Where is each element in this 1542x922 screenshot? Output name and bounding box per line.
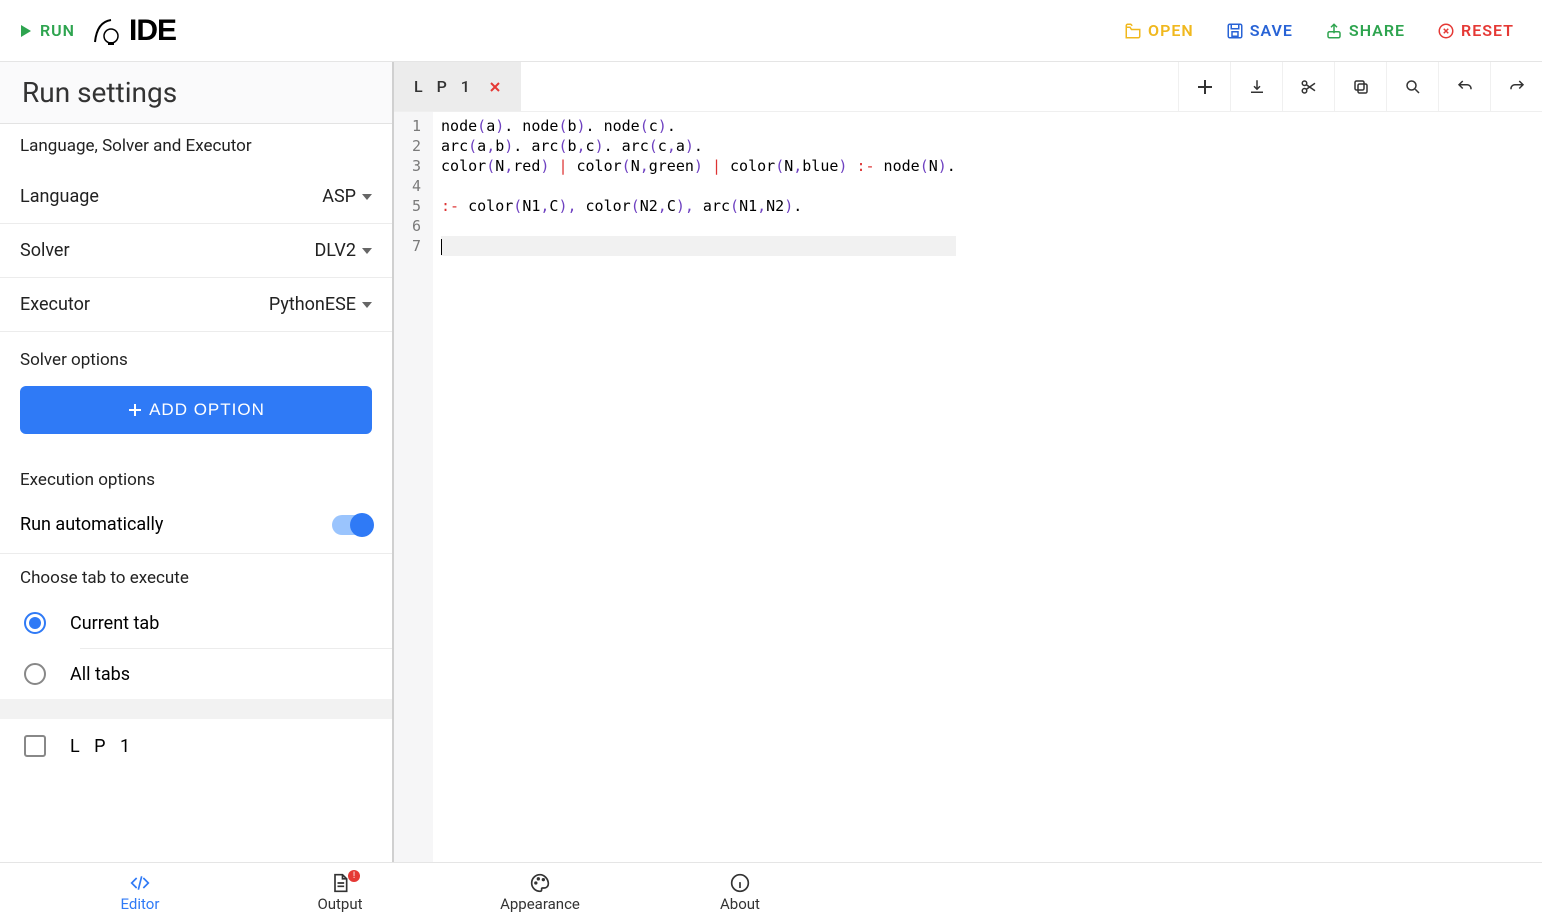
open-button[interactable]: OPEN xyxy=(1114,17,1204,44)
share-icon xyxy=(1325,22,1343,40)
copy-icon xyxy=(1352,78,1370,96)
play-icon xyxy=(18,23,34,39)
reset-button[interactable]: RESET xyxy=(1427,17,1524,44)
solver-value: DLV2 xyxy=(314,240,372,261)
open-label: OPEN xyxy=(1148,21,1194,40)
save-button[interactable]: SAVE xyxy=(1216,17,1303,44)
settings-title: Run settings xyxy=(0,62,392,124)
editor-area: L P 1 xyxy=(394,62,1542,862)
bottom-tab-label: About xyxy=(720,895,760,913)
executor-label: Executor xyxy=(20,294,90,315)
add-option-button[interactable]: ADD OPTION xyxy=(20,386,372,434)
solver-select[interactable]: Solver DLV2 xyxy=(0,224,392,278)
run-settings-sidebar: Run settings Language, Solver and Execut… xyxy=(0,62,394,862)
language-label: Language xyxy=(20,186,99,207)
share-label: SHARE xyxy=(1349,21,1405,40)
copy-button[interactable] xyxy=(1334,62,1386,111)
checkbox-icon xyxy=(24,735,46,757)
redo-button[interactable] xyxy=(1490,62,1542,111)
download-button[interactable] xyxy=(1230,62,1282,111)
document-icon: ! xyxy=(330,873,350,893)
close-tab-button[interactable] xyxy=(489,81,501,93)
folder-open-icon xyxy=(1124,22,1142,40)
radio-current-tab[interactable]: Current tab xyxy=(0,598,392,648)
run-label: RUN xyxy=(40,21,75,40)
reset-label: RESET xyxy=(1461,21,1514,40)
search-icon xyxy=(1404,78,1422,96)
checkbox-label: L P 1 xyxy=(70,736,135,757)
plus-icon xyxy=(1196,78,1214,96)
code-icon xyxy=(129,873,151,893)
bottom-tab-editor[interactable]: Editor xyxy=(40,873,240,913)
radio-icon xyxy=(24,612,46,634)
scissors-icon xyxy=(1300,78,1318,96)
chevron-down-icon xyxy=(362,194,372,200)
solver-label: Solver xyxy=(20,240,70,261)
chevron-down-icon xyxy=(362,248,372,254)
share-button[interactable]: SHARE xyxy=(1315,17,1415,44)
executor-select[interactable]: Executor PythonESE xyxy=(0,278,392,332)
alert-badge: ! xyxy=(348,870,360,882)
info-icon xyxy=(730,873,750,893)
code-editor[interactable]: 1234567 node(a). node(b). node(c).arc(a,… xyxy=(394,112,1542,862)
plus-icon xyxy=(127,402,143,418)
bottom-tabbar: Editor ! Output Appearance About xyxy=(0,862,1542,922)
run-auto-row: Run automatically xyxy=(0,500,392,554)
main-area: Run settings Language, Solver and Execut… xyxy=(0,62,1542,862)
radio-label: All tabs xyxy=(70,664,130,685)
search-button[interactable] xyxy=(1386,62,1438,111)
line-gutter: 1234567 xyxy=(394,112,433,862)
chevron-down-icon xyxy=(362,302,372,308)
logo: IDE xyxy=(93,14,176,48)
bottom-tab-output[interactable]: ! Output xyxy=(240,873,440,913)
language-value: ASP xyxy=(322,186,372,207)
radio-icon xyxy=(24,663,46,685)
undo-button[interactable] xyxy=(1438,62,1490,111)
editor-toolbar: L P 1 xyxy=(394,62,1542,112)
bottom-tab-about[interactable]: About xyxy=(640,873,840,913)
redo-icon xyxy=(1508,78,1526,96)
bottom-tab-label: Editor xyxy=(121,895,160,913)
execution-options-label: Execution options xyxy=(0,452,392,500)
run-auto-label: Run automatically xyxy=(20,514,163,535)
choose-tab-label: Choose tab to execute xyxy=(0,554,392,598)
editor-tab-label: L P 1 xyxy=(414,77,475,96)
code-content: node(a). node(b). node(c).arc(a,b). arc(… xyxy=(433,112,964,862)
radio-label: Current tab xyxy=(70,613,159,634)
palette-icon xyxy=(529,873,551,893)
topbar: RUN IDE OPEN SAVE SHARE RESET xyxy=(0,0,1542,62)
run-button[interactable]: RUN xyxy=(18,21,75,40)
close-icon xyxy=(489,81,501,93)
logo-swoosh-icon xyxy=(93,14,129,48)
close-circle-icon xyxy=(1437,22,1455,40)
add-option-label: ADD OPTION xyxy=(149,400,265,420)
bottom-tab-appearance[interactable]: Appearance xyxy=(440,873,640,913)
editor-tab-lp1[interactable]: L P 1 xyxy=(394,62,521,111)
executor-value: PythonESE xyxy=(269,294,372,315)
settings-subtitle: Language, Solver and Executor xyxy=(0,124,392,170)
bottom-tab-label: Output xyxy=(317,895,362,913)
language-select[interactable]: Language ASP xyxy=(0,170,392,224)
cut-button[interactable] xyxy=(1282,62,1334,111)
download-icon xyxy=(1248,78,1266,96)
undo-icon xyxy=(1456,78,1474,96)
solver-options-label: Solver options xyxy=(0,332,392,380)
tab-checkbox-lp1[interactable]: L P 1 xyxy=(0,719,392,773)
radio-all-tabs[interactable]: All tabs xyxy=(0,649,392,699)
save-label: SAVE xyxy=(1250,21,1293,40)
run-auto-toggle[interactable] xyxy=(332,515,372,535)
new-tab-button[interactable] xyxy=(1178,62,1230,111)
save-icon xyxy=(1226,22,1244,40)
bottom-tab-label: Appearance xyxy=(500,895,580,913)
